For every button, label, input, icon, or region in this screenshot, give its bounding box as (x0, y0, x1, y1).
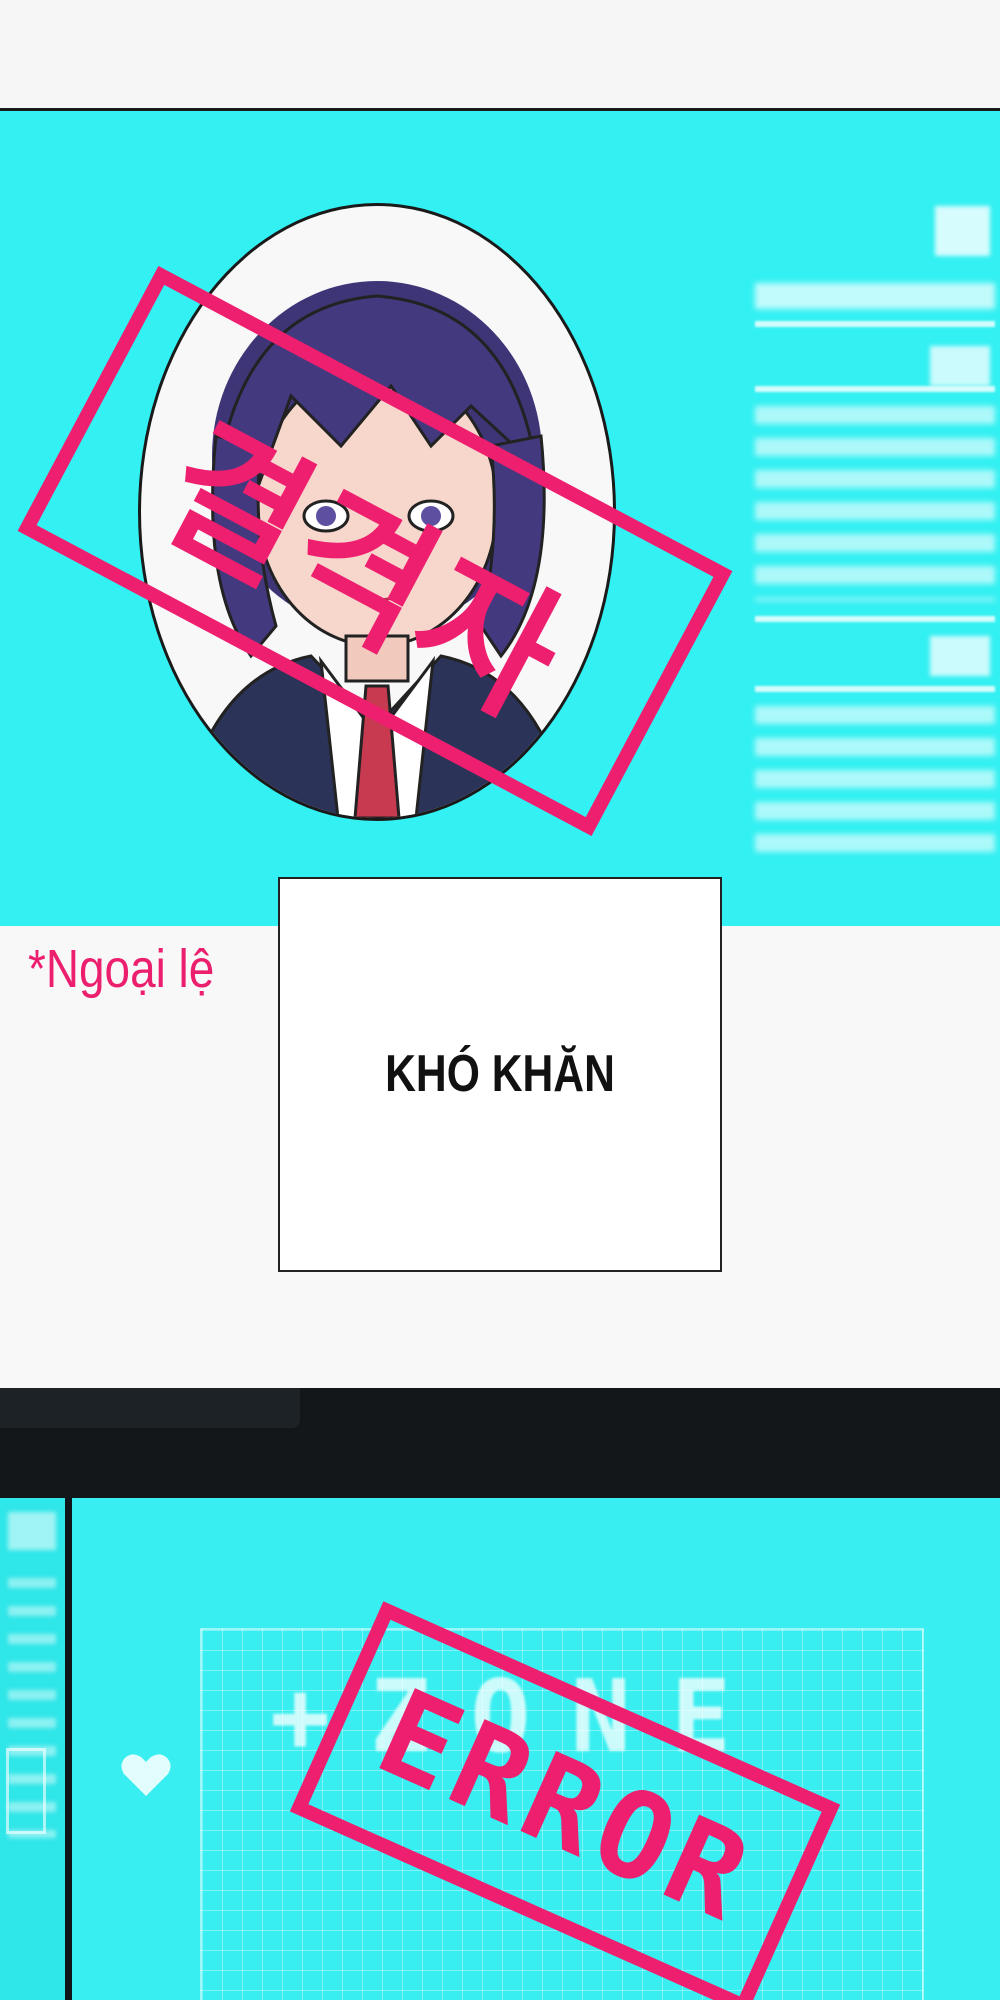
heart-icon (118, 1750, 174, 1804)
profile-panel: 결격자 (0, 111, 1000, 926)
error-screen-panel: +ZONE ERROR (0, 1498, 1000, 2000)
translator-note: *Ngoại lệ (28, 939, 215, 999)
caption-text: KHÓ KHĂN (385, 1045, 615, 1103)
caption-box: KHÓ KHĂN (278, 877, 722, 1272)
profile-data-column (745, 171, 1000, 926)
screen-sidebar (0, 1498, 65, 2000)
top-strip (0, 0, 1000, 111)
monitor-bezel (0, 1388, 1000, 1498)
